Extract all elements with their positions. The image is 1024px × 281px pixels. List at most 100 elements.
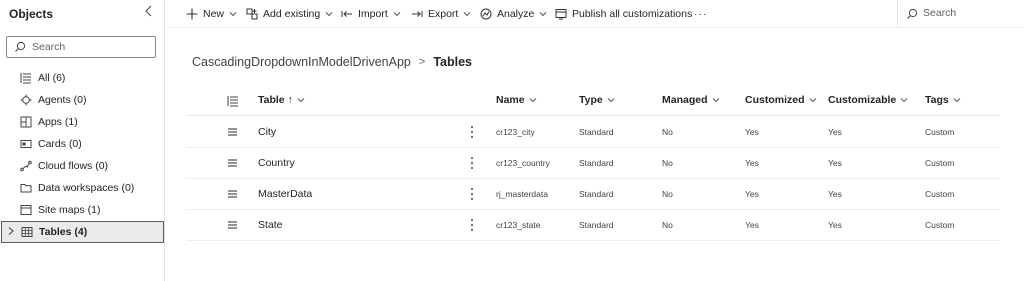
add-existing-label: Add existing xyxy=(263,8,321,20)
cell-type: Standard xyxy=(579,220,614,230)
sidebar-search-input[interactable]: Search xyxy=(6,36,156,58)
cell-type: Standard xyxy=(579,158,614,168)
agent-icon xyxy=(20,94,32,106)
analyze-icon xyxy=(480,8,492,20)
cell-managed: No xyxy=(662,127,673,137)
table-row-icon xyxy=(228,128,237,136)
sidebar-item-label: Cards (0) xyxy=(38,138,82,150)
chevron-down-icon xyxy=(464,12,471,17)
sidebar-item-all[interactable]: All (6) xyxy=(0,67,165,89)
cell-name: cr123_country xyxy=(496,158,550,168)
sidebar-item-tables[interactable]: Tables (4) xyxy=(1,221,164,243)
table-row[interactable]: Country cr123_country Standard No Yes Ye… xyxy=(186,148,1000,179)
more-options-icon[interactable] xyxy=(469,218,475,232)
cell-customizable: Yes xyxy=(828,220,842,230)
chevron-down-icon xyxy=(712,98,719,103)
command-search-input[interactable]: Search xyxy=(897,0,1024,28)
export-label: Export xyxy=(428,8,459,20)
sidebar-item-cloud-flows[interactable]: Cloud flows (0) xyxy=(0,155,165,177)
add-existing-icon xyxy=(246,8,258,20)
apps-icon xyxy=(20,116,32,128)
chevron-down-icon xyxy=(900,98,908,103)
more-icon: ··· xyxy=(694,8,708,20)
cell-managed: No xyxy=(662,220,673,230)
cell-tags: Custom xyxy=(925,158,955,168)
column-header-customizable[interactable]: Customizable xyxy=(828,94,908,106)
import-button[interactable]: Import xyxy=(341,6,406,22)
cell-tags: Custom xyxy=(925,220,955,230)
table-row[interactable]: State cr123_state Standard No Yes Yes Cu… xyxy=(186,210,1000,241)
table-display-name[interactable]: State xyxy=(258,219,283,231)
breadcrumb-app-link[interactable]: CascadingDropdownInModelDrivenApp xyxy=(192,55,411,69)
cell-name: rj_masterdata xyxy=(496,189,548,199)
chevron-down-icon xyxy=(953,98,961,103)
table-icon xyxy=(21,227,33,237)
sidebar-item-label: Apps (1) xyxy=(38,116,78,128)
chevron-down-icon xyxy=(529,98,536,103)
more-commands-button[interactable]: ··· xyxy=(694,6,708,22)
chevron-down-icon xyxy=(297,98,305,103)
collapse-chevron-icon[interactable] xyxy=(142,4,156,22)
command-bar: New Add existing Import Export Analyze P… xyxy=(166,0,1024,28)
card-icon xyxy=(20,140,32,148)
cell-customizable: Yes xyxy=(828,127,842,137)
breadcrumb-separator: > xyxy=(418,56,426,68)
breadcrumb-current: Tables xyxy=(433,55,472,69)
sidebar-item-apps[interactable]: Apps (1) xyxy=(0,111,165,133)
list-view-icon[interactable] xyxy=(227,95,239,107)
sidebar-search-placeholder: Search xyxy=(32,41,66,53)
cell-tags: Custom xyxy=(925,127,955,137)
plus-icon xyxy=(186,8,198,20)
more-options-icon[interactable] xyxy=(469,125,475,139)
breadcrumb: CascadingDropdownInModelDrivenApp > Tabl… xyxy=(192,55,472,69)
import-label: Import xyxy=(358,8,388,20)
sidebar-item-label: All (6) xyxy=(38,72,66,84)
table-row[interactable]: City cr123_city Standard No Yes Yes Cust… xyxy=(186,117,1000,148)
folder-icon xyxy=(20,184,32,193)
sidebar-item-site-maps[interactable]: Site maps (1) xyxy=(0,199,165,221)
sidebar-item-agents[interactable]: Agents (0) xyxy=(0,89,165,111)
app-root: Objects Search All (6) Agents (0) Apps (… xyxy=(0,0,1024,281)
chevron-down-icon xyxy=(325,12,333,17)
expand-chevron-icon[interactable] xyxy=(7,226,17,238)
add-existing-button[interactable]: Add existing xyxy=(246,6,338,22)
sidebar-item-label: Cloud flows (0) xyxy=(38,160,109,172)
export-button[interactable]: Export xyxy=(411,6,476,22)
chevron-down-icon xyxy=(540,12,547,17)
column-header-managed[interactable]: Managed xyxy=(662,94,720,106)
sidebar-item-data-workspaces[interactable]: Data workspaces (0) xyxy=(0,177,165,199)
publish-label: Publish all customizations xyxy=(572,8,693,20)
table-display-name[interactable]: MasterData xyxy=(258,188,312,200)
table-row[interactable]: MasterData rj_masterdata Standard No Yes… xyxy=(186,179,1000,210)
column-header-tags[interactable]: Tags xyxy=(925,94,961,106)
cell-tags: Custom xyxy=(925,189,955,199)
chevron-down-icon xyxy=(229,12,237,17)
publish-all-button[interactable]: Publish all customizations xyxy=(555,6,692,22)
more-options-icon[interactable] xyxy=(469,187,475,201)
column-header-table[interactable]: Table ↑ xyxy=(258,94,305,106)
column-header-type[interactable]: Type xyxy=(579,94,615,106)
table-row-icon xyxy=(228,190,237,198)
chevron-down-icon xyxy=(809,98,816,103)
cell-type: Standard xyxy=(579,127,614,137)
column-header-customized[interactable]: Customized xyxy=(745,94,817,106)
sidebar-item-label: Tables (4) xyxy=(39,226,88,238)
sidebar-item-cards[interactable]: Cards (0) xyxy=(0,133,165,155)
analyze-button[interactable]: Analyze xyxy=(480,6,552,22)
chevron-down-icon xyxy=(393,12,401,17)
command-search-placeholder: Search xyxy=(923,7,957,19)
table-display-name[interactable]: Country xyxy=(258,157,295,169)
new-button[interactable]: New xyxy=(186,6,242,22)
table-display-name[interactable]: City xyxy=(258,126,276,138)
publish-icon xyxy=(555,9,567,20)
cell-customizable: Yes xyxy=(828,158,842,168)
more-options-icon[interactable] xyxy=(469,156,475,170)
analyze-label: Analyze xyxy=(497,8,535,20)
cell-customized: Yes xyxy=(745,127,759,137)
cell-name: cr123_state xyxy=(496,220,541,230)
cell-customized: Yes xyxy=(745,158,759,168)
import-icon xyxy=(341,11,352,17)
sidebar-item-label: Agents (0) xyxy=(38,94,87,106)
list-icon xyxy=(20,73,31,84)
column-header-name[interactable]: Name xyxy=(496,94,537,106)
